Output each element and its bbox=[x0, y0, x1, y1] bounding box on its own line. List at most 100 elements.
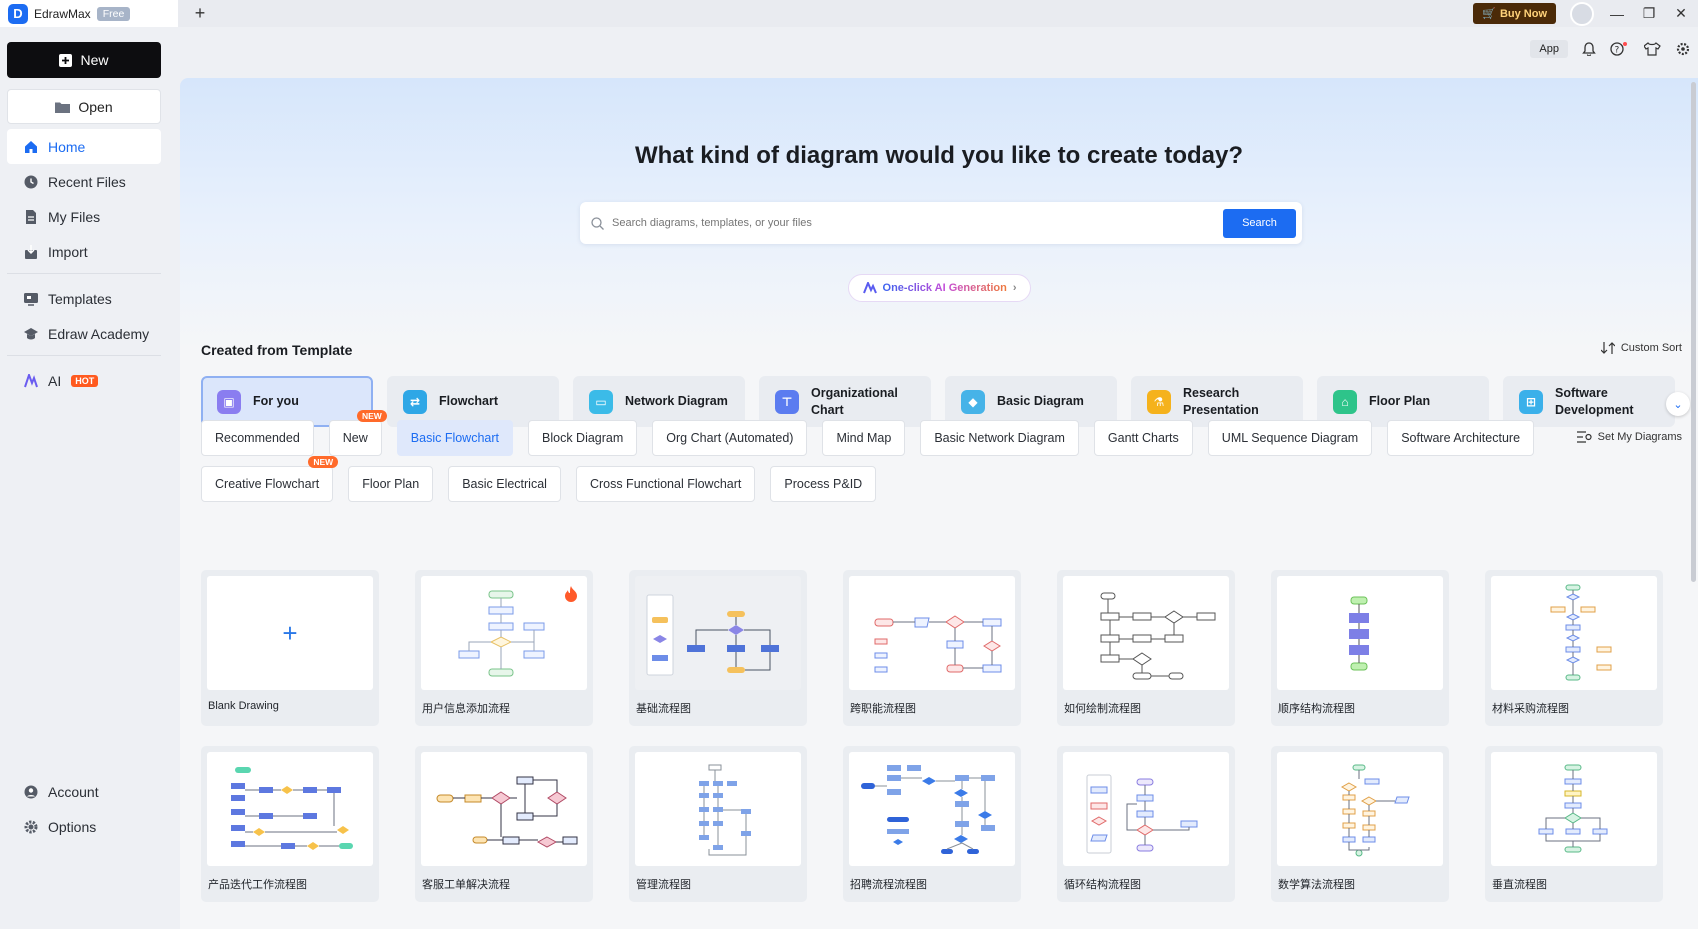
app-button[interactable]: App bbox=[1530, 40, 1568, 58]
flowchart-preview bbox=[646, 594, 779, 676]
template-thumbnail bbox=[1063, 752, 1229, 866]
sort-icon bbox=[1600, 342, 1615, 354]
plus-square-icon bbox=[59, 53, 73, 67]
software-icon: ⊞ bbox=[1519, 389, 1543, 414]
set-my-diagrams-button[interactable]: Set My Diagrams bbox=[1576, 431, 1682, 443]
import-icon bbox=[25, 244, 37, 259]
template-card[interactable]: 垂直流程图 bbox=[1485, 746, 1663, 902]
bell-icon[interactable] bbox=[1582, 42, 1596, 56]
chip-cross-functional-flowchart[interactable]: Cross Functional Flowchart bbox=[575, 466, 756, 502]
section-title: Created from Template bbox=[201, 342, 353, 358]
sidebar-item-edraw-academy[interactable]: Edraw Academy bbox=[7, 316, 161, 351]
academy-icon bbox=[24, 327, 38, 339]
help-icon[interactable]: ? bbox=[1610, 42, 1630, 56]
chip-gantt-charts[interactable]: Gantt Charts bbox=[1093, 420, 1193, 456]
template-thumbnail bbox=[421, 752, 587, 866]
chip-block-diagram[interactable]: Block Diagram bbox=[528, 420, 638, 456]
template-thumbnail bbox=[1063, 576, 1229, 690]
template-card[interactable]: 招聘流程流程图 bbox=[843, 746, 1021, 902]
chevron-down-icon[interactable]: ⌄ bbox=[1666, 392, 1690, 416]
template-card[interactable]: 跨职能流程图 bbox=[843, 570, 1021, 726]
folder-icon bbox=[55, 102, 71, 113]
restore-button[interactable]: ❐ bbox=[1640, 5, 1658, 22]
flowchart-preview bbox=[1086, 774, 1198, 854]
settings-icon[interactable] bbox=[1676, 42, 1690, 56]
template-card[interactable]: 如何绘制流程图 bbox=[1057, 570, 1235, 726]
custom-sort-button[interactable]: Custom Sort bbox=[1600, 342, 1682, 354]
card-label: 基础流程图 bbox=[636, 703, 691, 715]
template-thumbnail bbox=[421, 576, 587, 690]
open-button[interactable]: Open bbox=[7, 89, 161, 124]
chip-basic-flowchart[interactable]: Basic Flowchart bbox=[396, 420, 514, 456]
basic-diagram-icon: ◆ bbox=[961, 389, 985, 414]
chip-mind-map[interactable]: Mind Map bbox=[822, 420, 906, 456]
template-thumbnail bbox=[1277, 752, 1443, 866]
new-button[interactable]: New bbox=[7, 42, 161, 78]
chip-software-architecture[interactable]: Software Architecture bbox=[1387, 420, 1535, 456]
template-card[interactable]: 数学算法流程图 bbox=[1271, 746, 1449, 902]
new-badge: NEW bbox=[356, 410, 387, 422]
template-card-blank[interactable]: + Blank Drawing bbox=[201, 570, 379, 726]
buy-now-button[interactable]: 🛒 Buy Now bbox=[1473, 3, 1556, 24]
title-bar: D EdrawMax Free + 🛒 Buy Now — ❐ ✕ bbox=[0, 0, 1698, 27]
plus-icon: + bbox=[282, 617, 298, 648]
new-badge: NEW bbox=[308, 456, 339, 468]
template-card[interactable]: 用户信息添加流程 bbox=[415, 570, 593, 726]
template-card[interactable]: 管理流程图 bbox=[629, 746, 807, 902]
chip-creative-flowchart[interactable]: Creative Flowchart NEW bbox=[201, 456, 339, 502]
template-card[interactable]: 材料采购流程图 bbox=[1485, 570, 1663, 726]
chip-basic-network-diagram[interactable]: Basic Network Diagram bbox=[920, 420, 1079, 456]
sidebar-item-ai[interactable]: AI HOT bbox=[7, 363, 161, 398]
sidebar-item-import[interactable]: Import bbox=[7, 234, 161, 269]
card-label: 数学算法流程图 bbox=[1278, 879, 1355, 891]
scrollbar[interactable] bbox=[1691, 78, 1696, 929]
flowchart-preview bbox=[874, 615, 1002, 673]
chip-process-pid[interactable]: Process P&ID bbox=[770, 466, 877, 502]
shirt-icon[interactable] bbox=[1644, 42, 1662, 56]
new-tab-button[interactable]: + bbox=[190, 3, 210, 24]
sidebar-item-my-files[interactable]: My Files bbox=[7, 199, 161, 234]
flowchart-preview bbox=[231, 767, 353, 850]
search-input[interactable] bbox=[612, 217, 1215, 229]
template-card[interactable]: 基础流程图 bbox=[629, 570, 807, 726]
card-label: 顺序结构流程图 bbox=[1278, 703, 1355, 715]
flowchart-preview bbox=[1340, 764, 1410, 857]
sidebar-item-templates[interactable]: Templates bbox=[7, 281, 161, 316]
free-badge: Free bbox=[96, 6, 131, 21]
flowchart-preview bbox=[1100, 592, 1216, 680]
minimize-button[interactable]: — bbox=[1608, 6, 1626, 22]
template-card[interactable]: 循环结构流程图 bbox=[1057, 746, 1235, 902]
flowchart-preview bbox=[1349, 596, 1369, 671]
sidebar: New Open Home Recent Files My Files Impo… bbox=[0, 27, 170, 929]
app-tab[interactable]: D EdrawMax Free bbox=[0, 0, 178, 27]
chip-org-chart-automated[interactable]: Org Chart (Automated) bbox=[652, 420, 808, 456]
card-label: 用户信息添加流程 bbox=[422, 703, 510, 715]
chip-floor-plan[interactable]: Floor Plan bbox=[348, 466, 434, 502]
network-icon: ▭ bbox=[589, 389, 613, 414]
template-card[interactable]: 客服工单解决流程 bbox=[415, 746, 593, 902]
sidebar-item-options[interactable]: Options bbox=[7, 809, 161, 844]
chip-basic-electrical[interactable]: Basic Electrical bbox=[448, 466, 561, 502]
ai-icon bbox=[862, 282, 877, 294]
chip-uml-sequence-diagram[interactable]: UML Sequence Diagram bbox=[1207, 420, 1373, 456]
flowchart-preview bbox=[699, 764, 751, 856]
close-button[interactable]: ✕ bbox=[1672, 5, 1690, 22]
chip-new[interactable]: New NEW bbox=[328, 410, 387, 456]
card-label: 垂直流程图 bbox=[1492, 879, 1547, 891]
card-label: 招聘流程流程图 bbox=[850, 879, 927, 891]
search-button[interactable]: Search bbox=[1223, 208, 1296, 238]
template-thumbnail bbox=[849, 576, 1015, 690]
chip-recommended[interactable]: Recommended bbox=[201, 420, 314, 456]
top-toolbar: App ? bbox=[1530, 40, 1698, 58]
clock-icon bbox=[24, 175, 38, 188]
sidebar-item-home[interactable]: Home bbox=[7, 129, 161, 164]
template-card[interactable]: 顺序结构流程图 bbox=[1271, 570, 1449, 726]
template-card[interactable]: 产品迭代工作流程图 bbox=[201, 746, 379, 902]
search-bar: Search bbox=[580, 202, 1302, 244]
scrollbar-thumb[interactable] bbox=[1691, 82, 1696, 582]
user-avatar[interactable] bbox=[1570, 1, 1594, 26]
sidebar-item-account[interactable]: Account bbox=[7, 774, 161, 809]
ai-generation-button[interactable]: One-click AI Generation › bbox=[848, 274, 1031, 302]
sidebar-item-recent-files[interactable]: Recent Files bbox=[7, 164, 161, 199]
subcategory-row-2: Creative Flowchart NEW Floor Plan Basic … bbox=[201, 456, 877, 502]
